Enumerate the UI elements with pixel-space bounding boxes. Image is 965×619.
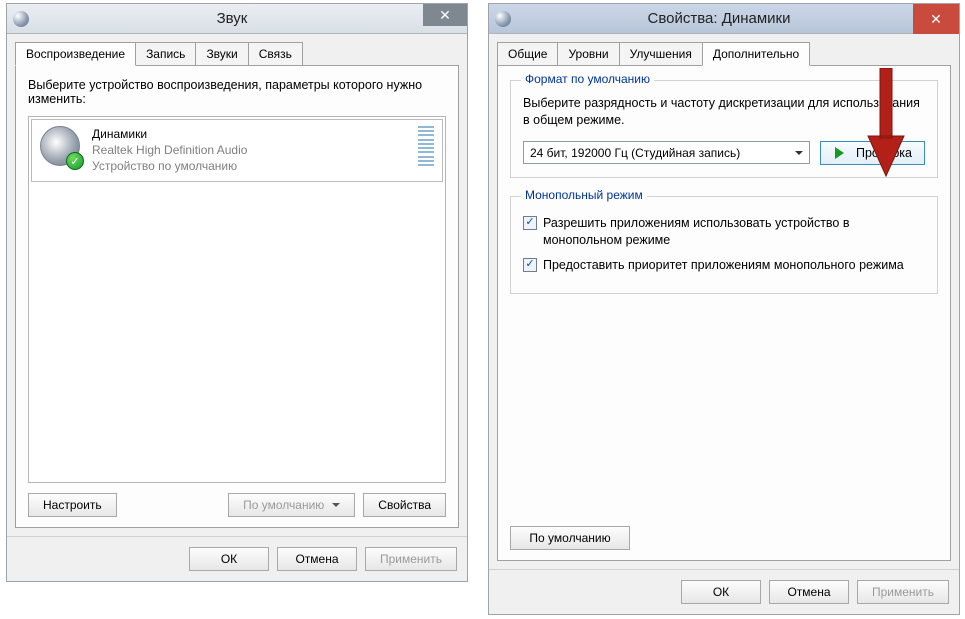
tab-pane: Формат по умолчанию Выберите разрядность… [497,65,951,561]
tab-playback[interactable]: Воспроизведение [15,42,136,66]
play-icon [835,147,850,159]
checkbox-row: Разрешить приложениям использовать устро… [523,215,925,249]
tab-communications[interactable]: Связь [248,42,303,66]
ok-button[interactable]: ОК [681,580,761,604]
tab-levels[interactable]: Уровни [557,42,619,66]
format-combobox[interactable]: 24 бит, 192000 Гц (Студийная запись) [523,141,810,164]
device-text: Динамики Realtek High Definition Audio У… [92,126,412,175]
level-meter-icon [418,126,434,166]
sound-icon [13,11,29,27]
checkbox-row: Предоставить приоритет приложениям моноп… [523,257,925,274]
format-row: 24 бит, 192000 Гц (Студийная запись) Про… [523,141,925,165]
sound-dialog: Звук ✕ Воспроизведение Запись Звуки Связ… [6,3,468,582]
default-check-icon: ✓ [66,152,84,170]
speaker-icon [495,11,511,27]
allow-exclusive-label: Разрешить приложениям использовать устро… [543,215,925,249]
apply-button[interactable]: Применить [857,580,949,604]
ok-button[interactable]: ОК [189,547,269,571]
properties-button[interactable]: Свойства [363,493,446,517]
cancel-button[interactable]: Отмена [769,580,849,604]
test-button[interactable]: Проверка [820,141,925,165]
close-icon: ✕ [930,11,942,28]
window-title: Свойства: Динамики [519,10,919,27]
speaker-properties-dialog: Свойства: Динамики ✕ Общие Уровни Улучше… [488,3,960,615]
window-title: Звук [37,10,427,27]
group-description: Выберите разрядность и частоту дискретиз… [523,95,925,129]
close-button[interactable]: ✕ [423,4,467,26]
configure-button[interactable]: Настроить [28,493,117,517]
allow-exclusive-checkbox[interactable] [523,216,537,230]
dialog-body: Воспроизведение Запись Звуки Связь Выбер… [7,34,467,536]
group-title: Формат по умолчанию [521,72,654,86]
device-button-row: Настроить По умолчанию Свойства [28,493,446,517]
defaults-row: По умолчанию [510,526,938,550]
tabstrip: Воспроизведение Запись Звуки Связь [15,42,459,66]
tab-enhancements[interactable]: Улучшения [619,42,703,66]
format-selected: 24 бит, 192000 Гц (Студийная запись) [530,146,740,160]
tab-general[interactable]: Общие [497,42,558,66]
tab-recording[interactable]: Запись [135,42,196,66]
instruction-text: Выберите устройство воспроизведения, пар… [28,76,446,116]
dialog-button-row: ОК Отмена Применить [7,536,467,581]
device-item[interactable]: ✓ Динамики Realtek High Definition Audio… [31,119,443,182]
group-title: Монопольный режим [521,188,647,202]
close-icon: ✕ [439,7,451,24]
priority-exclusive-checkbox[interactable] [523,258,537,272]
device-name: Динамики [92,126,412,142]
priority-exclusive-label: Предоставить приоритет приложениям моноп… [543,257,904,274]
device-list[interactable]: ✓ Динамики Realtek High Definition Audio… [28,116,446,483]
device-status: Устройство по умолчанию [92,158,412,174]
default-format-group: Формат по умолчанию Выберите разрядность… [510,80,938,178]
restore-defaults-button[interactable]: По умолчанию [510,526,630,550]
tab-pane: Выберите устройство воспроизведения, пар… [15,65,459,528]
test-label: Проверка [856,146,912,160]
tab-advanced[interactable]: Дополнительно [702,42,810,66]
dialog-body: Общие Уровни Улучшения Дополнительно Фор… [489,34,959,569]
apply-button[interactable]: Применить [365,547,457,571]
tabstrip: Общие Уровни Улучшения Дополнительно [497,42,951,66]
device-driver: Realtek High Definition Audio [92,142,412,158]
device-icon: ✓ [40,126,82,168]
set-default-button[interactable]: По умолчанию [228,493,355,517]
titlebar[interactable]: Свойства: Динамики ✕ [489,4,959,34]
tab-sounds[interactable]: Звуки [195,42,248,66]
close-button[interactable]: ✕ [913,4,959,34]
titlebar[interactable]: Звук ✕ [7,4,467,34]
dialog-button-row: ОК Отмена Применить [489,569,959,614]
exclusive-mode-group: Монопольный режим Разрешить приложениям … [510,196,938,295]
cancel-button[interactable]: Отмена [277,547,357,571]
